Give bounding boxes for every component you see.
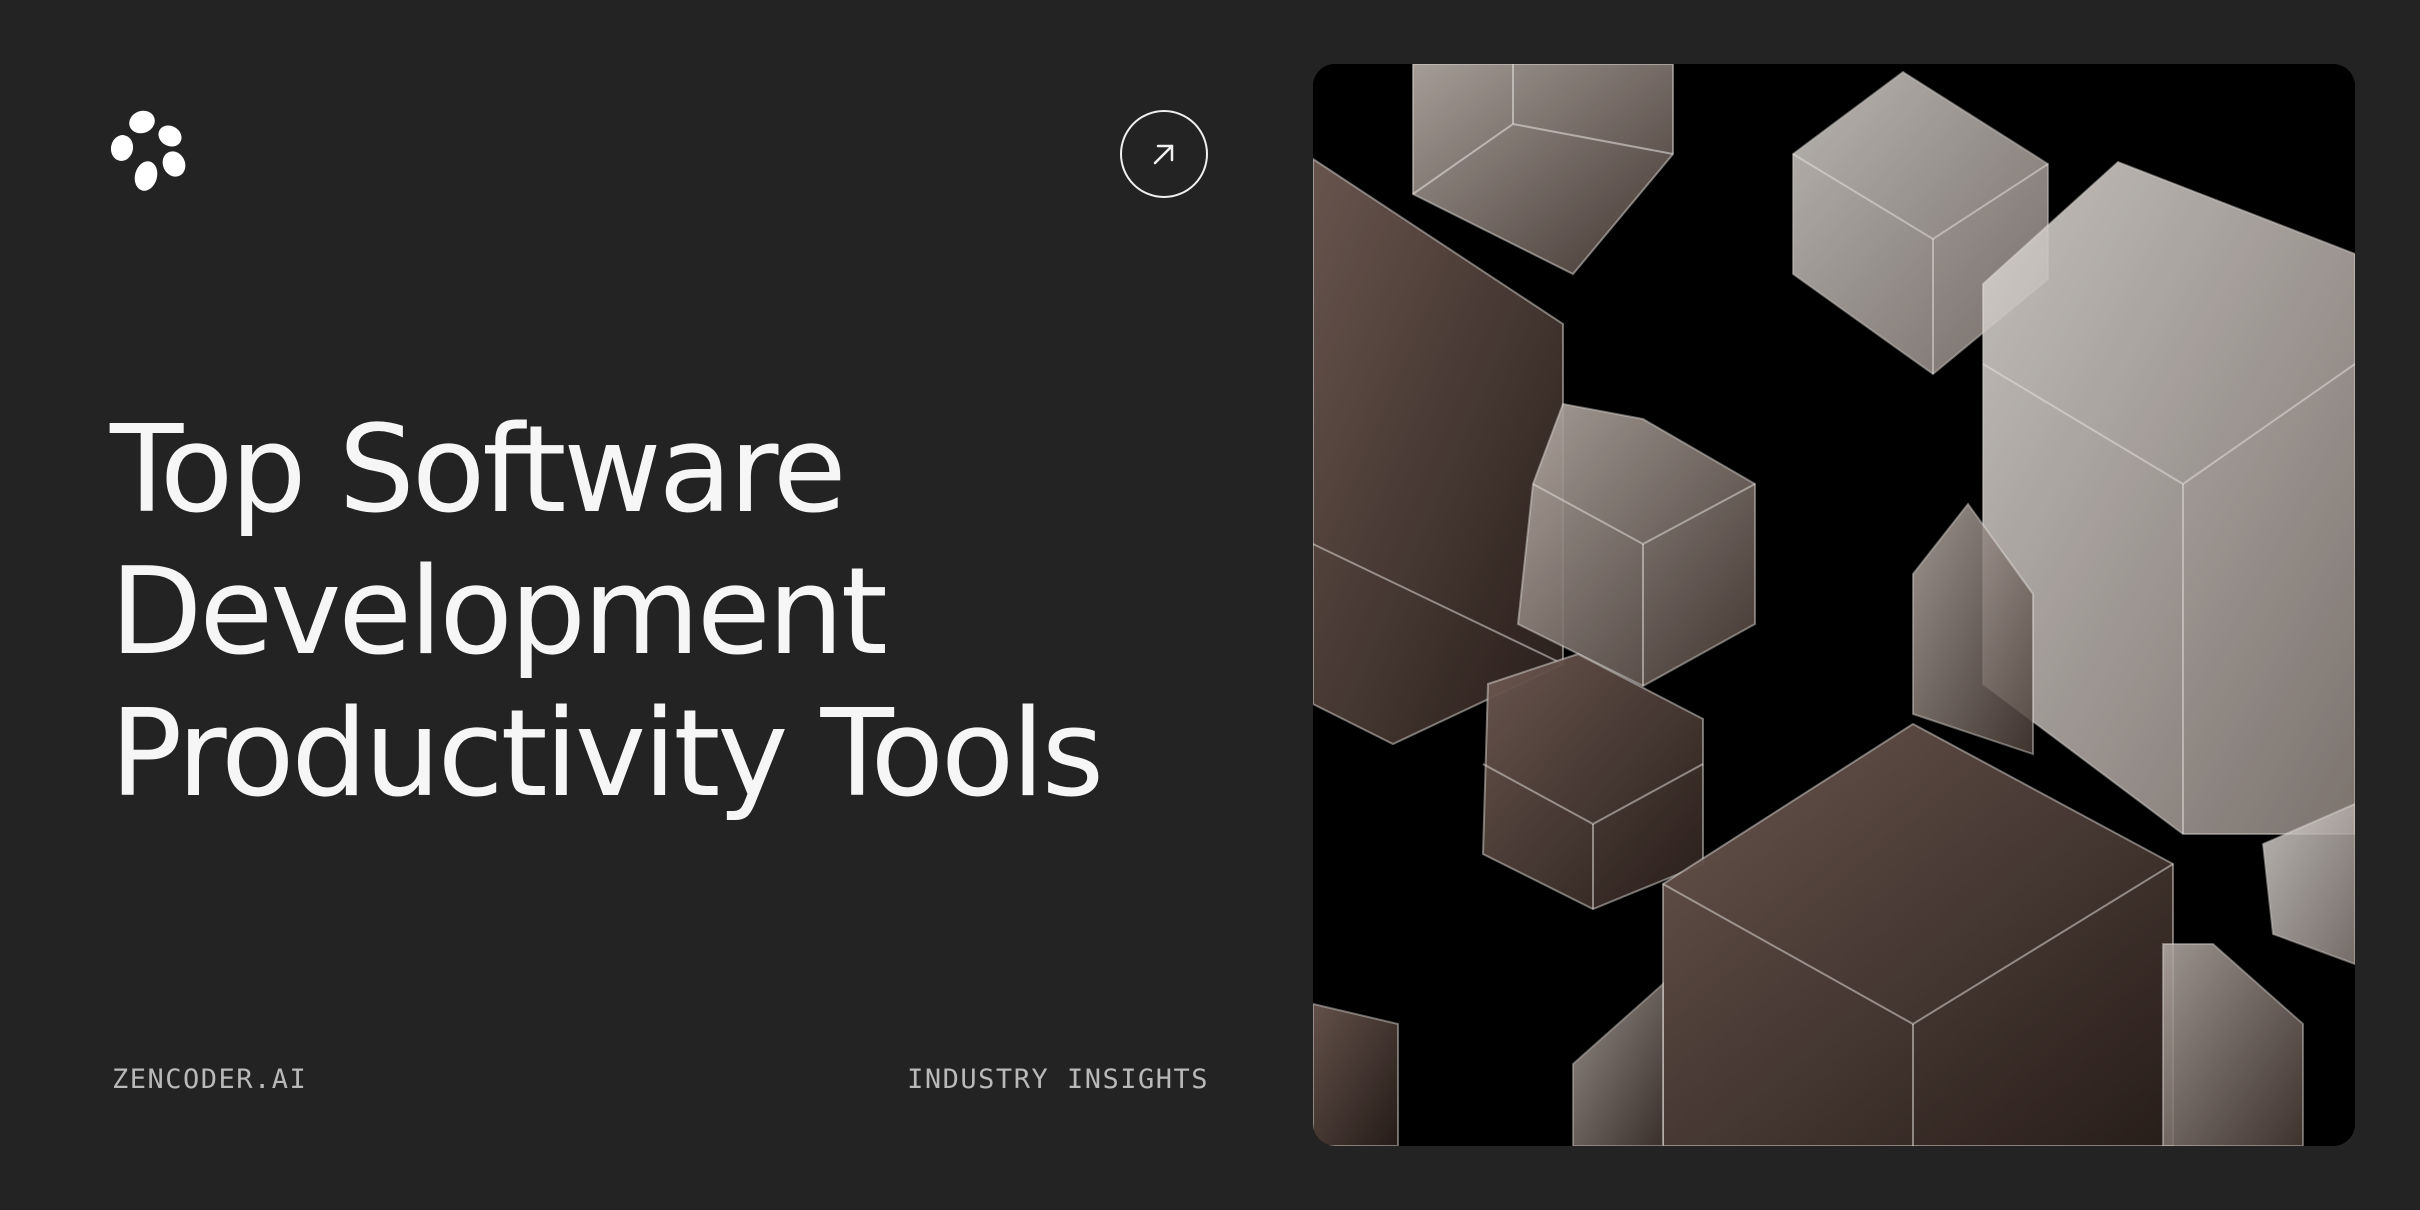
arrow-up-right-icon	[1153, 144, 1174, 165]
zencoder-logo-icon[interactable]	[108, 108, 194, 194]
article-title: Top Software Development Productivity To…	[110, 400, 1260, 826]
title-line-3: Productivity Tools	[110, 685, 1104, 824]
category-label: INDUSTRY INSIGHTS	[907, 1064, 1209, 1095]
site-label: ZENCODER.AI	[112, 1064, 308, 1095]
article-card: Top Software Development Productivity To…	[0, 0, 2420, 1210]
title-line-2: Development	[110, 543, 888, 682]
open-article-button[interactable]	[1120, 110, 1208, 198]
title-line-1: Top Software	[110, 401, 847, 540]
glass-cubes-image	[1313, 64, 2355, 1146]
